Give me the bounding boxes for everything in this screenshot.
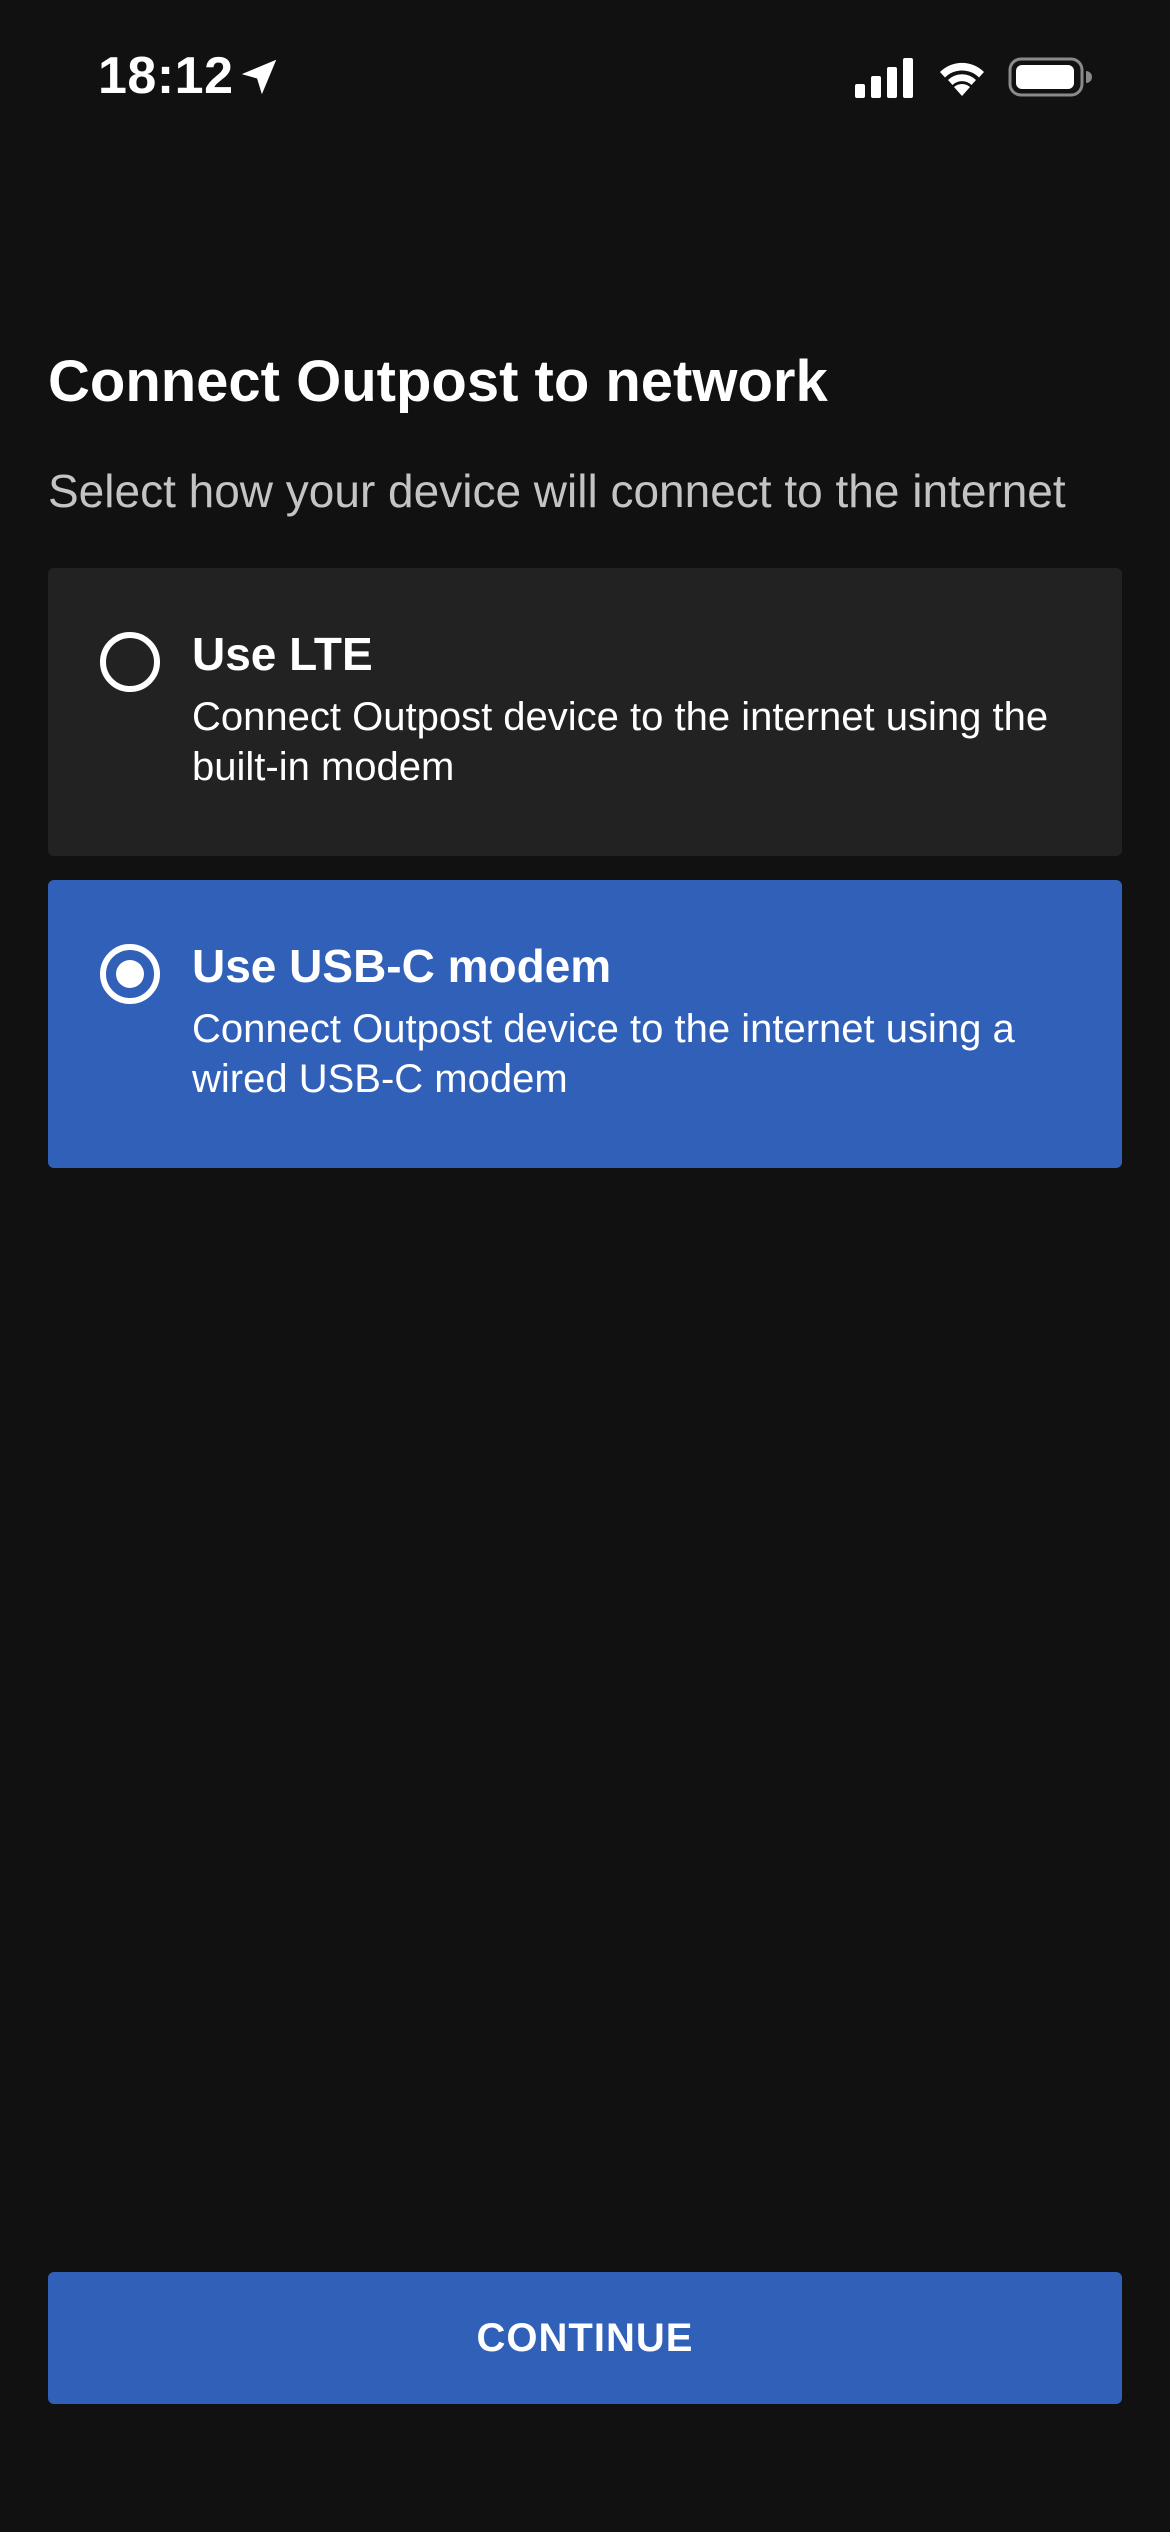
radio-unselected-icon[interactable] [100,632,160,692]
option-use-lte[interactable]: Use LTE Connect Outpost device to the in… [48,568,1122,856]
option-title: Use USB-C modem [192,940,612,992]
page-subtitle: Select how your device will connect to t… [48,465,1066,517]
wifi-icon [940,62,984,96]
radio-selected-icon[interactable] [100,944,160,1004]
page-title: Connect Outpost to network [48,349,828,414]
option-title: Use LTE [192,628,373,680]
radio-dot [116,960,144,988]
battery-icon [1008,57,1092,97]
screen: 18:12 Connect Outpost to network Select … [0,0,1170,2532]
continue-button[interactable]: CONTINUE [48,2272,1122,2404]
option-description: Connect Outpost device to the internet u… [192,1007,1015,1101]
status-time: 18:12 [98,47,234,105]
option-use-usb-c-modem[interactable]: Use USB-C modem Connect Outpost device t… [48,880,1122,1168]
status-bar: 18:12 [0,0,1170,150]
cellular-signal-icon [855,58,913,98]
option-description: Connect Outpost device to the internet u… [192,695,1049,789]
continue-label: CONTINUE [476,2315,694,2360]
location-arrow-icon [241,59,277,95]
